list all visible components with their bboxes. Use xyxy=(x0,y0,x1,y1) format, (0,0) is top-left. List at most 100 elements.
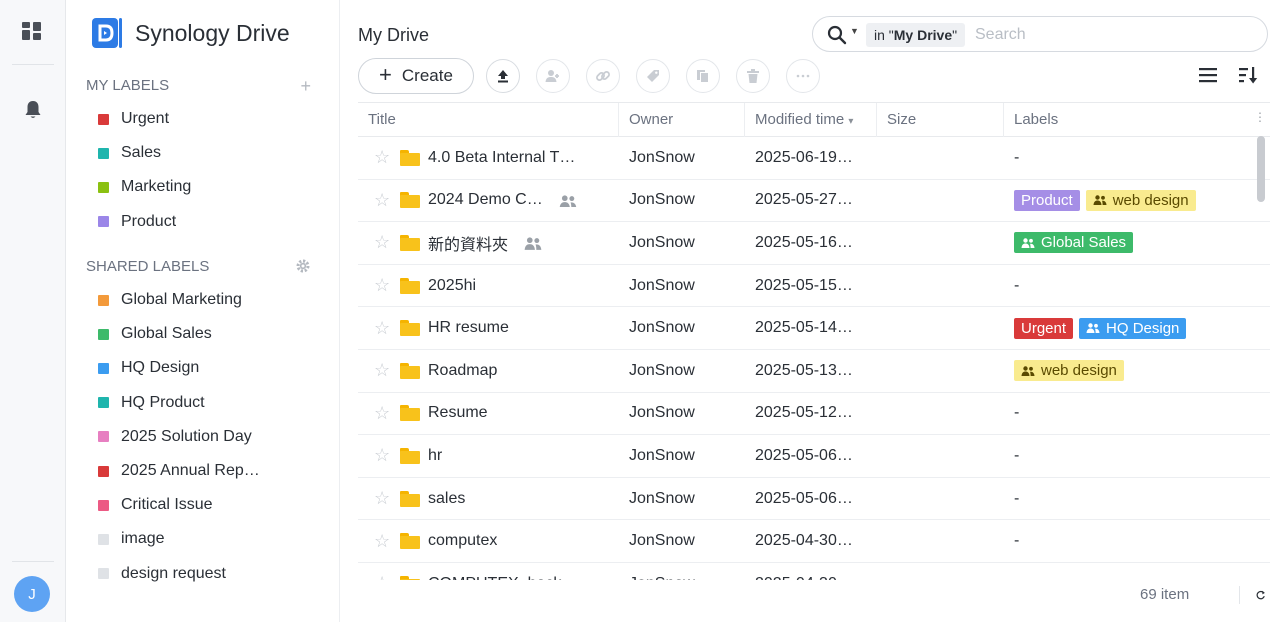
folder-icon xyxy=(400,405,420,422)
label-tag[interactable]: Product xyxy=(1014,189,1080,211)
sidebar-label-item[interactable]: Critical Issue xyxy=(86,488,326,522)
title-cell[interactable]: ☆ Resume xyxy=(358,403,619,424)
table-row[interactable]: ☆ COMPUTEX_back… JonSnow2025-04-30… xyxy=(358,563,1270,580)
file-name[interactable]: 2024 Demo C… xyxy=(428,191,543,209)
file-name[interactable]: HR resume xyxy=(428,319,509,337)
search-icon[interactable] xyxy=(827,25,847,45)
file-name[interactable]: 4.0 Beta Internal T… xyxy=(428,149,575,167)
more-dots-icon xyxy=(796,74,810,78)
sidebar-label-item[interactable]: Urgent xyxy=(86,102,326,136)
file-name[interactable]: hr xyxy=(428,447,442,465)
sidebar-label-item[interactable]: 2025 Annual Rep… xyxy=(86,454,326,488)
table-row[interactable]: ☆ computex JonSnow 2025-04-30… - xyxy=(358,520,1270,563)
create-button[interactable]: + Create xyxy=(358,58,474,94)
table-row[interactable]: ☆ hr JonSnow 2025-05-06… - xyxy=(358,435,1270,478)
star-icon[interactable]: ☆ xyxy=(374,445,390,466)
column-labels[interactable]: Labels xyxy=(1004,103,1270,137)
delete-button[interactable] xyxy=(736,59,770,93)
search-scope-chip[interactable]: in "My Drive" xyxy=(866,23,966,47)
file-name[interactable]: 新的資料夾 xyxy=(428,231,508,255)
sort-icon[interactable] xyxy=(1237,64,1259,86)
sidebar-label-item[interactable]: Sales xyxy=(86,136,326,170)
column-options-icon[interactable]: ⋮ xyxy=(1254,110,1266,124)
sidebar-label-item[interactable]: Global Marketing xyxy=(86,283,326,317)
table-row[interactable]: ☆ 4.0 Beta Internal T… JonSnow 2025-06-19… - xyxy=(358,137,1270,180)
title-cell[interactable]: ☆ COMPUTEX_back… xyxy=(358,573,619,580)
star-icon[interactable]: ☆ xyxy=(374,403,390,424)
list-view-icon[interactable] xyxy=(1197,64,1219,86)
label-color-swatch xyxy=(98,499,109,511)
title-cell[interactable]: ☆ computex xyxy=(358,531,619,552)
file-name[interactable]: computex xyxy=(428,532,497,550)
notification-bell-icon[interactable] xyxy=(24,100,42,120)
star-icon[interactable]: ☆ xyxy=(374,488,390,509)
title-cell[interactable]: ☆ 4.0 Beta Internal T… xyxy=(358,147,619,168)
file-name[interactable]: sales xyxy=(428,490,465,508)
star-icon[interactable]: ☆ xyxy=(374,318,390,339)
copy-link-button[interactable] xyxy=(586,59,620,93)
label-tag[interactable]: web design xyxy=(1085,189,1196,211)
refresh-icon[interactable] xyxy=(1239,586,1267,604)
star-icon[interactable]: ☆ xyxy=(374,573,390,580)
file-name[interactable]: 2025hi xyxy=(428,277,476,295)
star-icon[interactable]: ☆ xyxy=(374,232,390,253)
table-row[interactable]: ☆ Resume JonSnow 2025-05-12… - xyxy=(358,393,1270,436)
sidebar-label-item[interactable]: Product xyxy=(86,205,326,239)
column-size[interactable]: Size xyxy=(877,103,1004,137)
sidebar-label-item[interactable]: image xyxy=(86,522,326,556)
labels-cell: - xyxy=(1004,490,1270,508)
share-button[interactable] xyxy=(536,59,570,93)
star-icon[interactable]: ☆ xyxy=(374,275,390,296)
copy-button[interactable] xyxy=(686,59,720,93)
table-row[interactable]: ☆ sales JonSnow 2025-05-06… - xyxy=(358,478,1270,521)
apps-grid-icon[interactable] xyxy=(22,22,42,42)
sidebar-label-item[interactable]: HQ Product xyxy=(86,386,326,420)
star-icon[interactable]: ☆ xyxy=(374,147,390,168)
star-icon[interactable]: ☆ xyxy=(374,190,390,211)
sidebar-label-item[interactable]: Global Sales xyxy=(86,317,326,351)
table-row[interactable]: ☆ 2025hi JonSnow 2025-05-15… - xyxy=(358,265,1270,308)
labels-cell: - xyxy=(1004,404,1270,422)
star-icon[interactable]: ☆ xyxy=(374,360,390,381)
file-name[interactable]: Roadmap xyxy=(428,362,497,380)
label-tag[interactable]: HQ Design xyxy=(1079,317,1187,339)
label-tag[interactable]: Urgent xyxy=(1014,317,1074,339)
title-cell[interactable]: ☆ sales xyxy=(358,488,619,509)
label-tag[interactable]: web design xyxy=(1014,360,1124,382)
upload-button[interactable] xyxy=(486,59,520,93)
label-button[interactable] xyxy=(636,59,670,93)
sort-desc-icon: ▾ xyxy=(848,116,854,127)
table-row[interactable]: ☆ HR resume JonSnow 2025-05-14… Urgent HQ Des… xyxy=(358,307,1270,350)
no-label-dash: - xyxy=(1014,532,1020,550)
sidebar-label-item[interactable]: 2025 Solution Day xyxy=(86,420,326,454)
title-cell[interactable]: ☆ hr xyxy=(358,445,619,466)
sidebar-label-item[interactable]: HQ Design xyxy=(86,351,326,385)
chevron-down-icon[interactable]: ▼ xyxy=(850,26,859,36)
table-row[interactable]: ☆ 2024 Demo C… JonSnow 2025-05-27… Product we… xyxy=(358,180,1270,223)
table-row[interactable]: ☆ 新的資料夾 JonSnow 2025-05-16… Global Sales xyxy=(358,222,1270,265)
sidebar-label-item[interactable]: design request xyxy=(86,557,326,591)
search-bar[interactable]: ▼ in "My Drive" xyxy=(812,16,1268,52)
scrollbar[interactable] xyxy=(1257,136,1265,202)
title-cell[interactable]: ☆ 2025hi xyxy=(358,275,619,296)
search-input[interactable] xyxy=(975,23,1255,47)
add-label-icon[interactable]: + xyxy=(300,76,311,97)
avatar[interactable]: J xyxy=(14,576,50,612)
title-cell[interactable]: ☆ 新的資料夾 xyxy=(358,231,619,255)
column-title[interactable]: Title xyxy=(358,103,619,137)
title-cell[interactable]: ☆ HR resume xyxy=(358,318,619,339)
title-cell[interactable]: ☆ Roadmap xyxy=(358,360,619,381)
column-owner[interactable]: Owner xyxy=(619,103,745,137)
settings-gear-icon[interactable] xyxy=(295,258,311,274)
table-row[interactable]: ☆ Roadmap JonSnow 2025-05-13… web design xyxy=(358,350,1270,393)
more-actions-button[interactable] xyxy=(786,59,820,93)
star-icon[interactable]: ☆ xyxy=(374,531,390,552)
sidebar-label-item[interactable]: Marketing xyxy=(86,170,326,204)
shared-users-icon xyxy=(1093,195,1107,206)
breadcrumb[interactable]: My Drive xyxy=(358,25,429,46)
column-modified-time[interactable]: Modified time ▾ xyxy=(745,103,877,137)
file-name[interactable]: Resume xyxy=(428,404,488,422)
file-name[interactable]: COMPUTEX_back… xyxy=(428,575,577,580)
label-tag[interactable]: Global Sales xyxy=(1014,232,1134,254)
title-cell[interactable]: ☆ 2024 Demo C… xyxy=(358,190,619,211)
